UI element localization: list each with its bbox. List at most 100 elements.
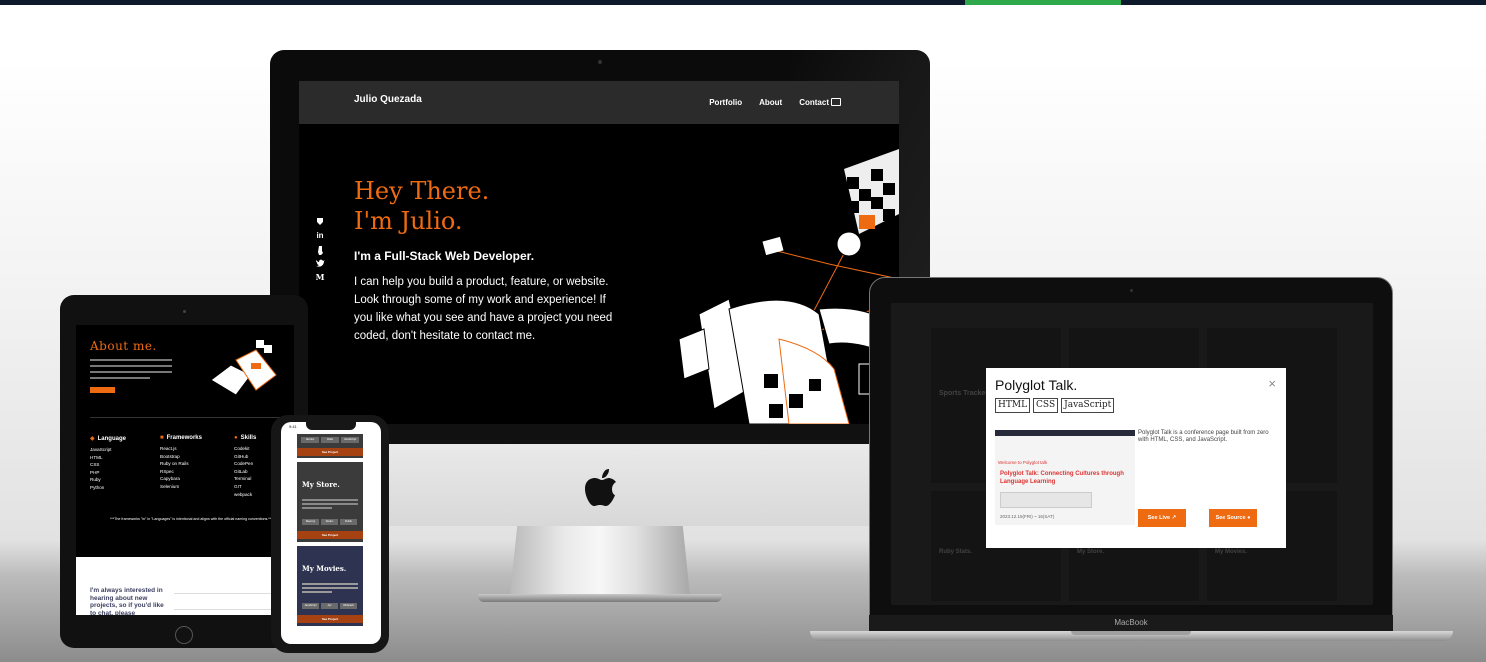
project-tag: JavaScript bbox=[302, 603, 319, 609]
hero-line-1: Hey There. bbox=[354, 177, 490, 205]
project-title: My Store. bbox=[302, 480, 340, 489]
imac-stand bbox=[510, 526, 690, 596]
about-text-line bbox=[90, 365, 172, 367]
skill-item: Ruby bbox=[90, 477, 101, 483]
skill-item: Selenium bbox=[160, 483, 180, 489]
imac-camera bbox=[598, 60, 602, 64]
about-illustration bbox=[210, 340, 277, 396]
skill-item: GitHub bbox=[234, 453, 249, 459]
see-project-button[interactable]: See Project bbox=[297, 615, 363, 623]
project-tag: Redux bbox=[321, 519, 338, 525]
skill-item: CodePen bbox=[234, 461, 254, 467]
skill-item: PHP bbox=[90, 469, 100, 475]
project-desc-lines bbox=[302, 581, 358, 595]
modal-description: Polyglot Talk is a conference page built… bbox=[1138, 430, 1269, 443]
linkedin-icon[interactable]: in bbox=[316, 230, 323, 242]
skills-skills: ● Skills Codekit GitHub CodePen GitLab Te… bbox=[234, 435, 257, 497]
see-live-label: See Live bbox=[1147, 515, 1171, 521]
skills-frameworks-title: Frameworks bbox=[166, 435, 202, 441]
angellist-icon[interactable] bbox=[316, 217, 324, 226]
hero-subtitle: I'm a Full-Stack Web Developer. bbox=[354, 249, 535, 263]
hero-title: Hey There. I'm Julio. bbox=[354, 176, 489, 236]
nav-contact[interactable]: Contact bbox=[799, 98, 829, 107]
contact-section: I'm always interested in hearing about n… bbox=[76, 557, 294, 615]
checker-flag bbox=[844, 149, 899, 234]
preview-welcome: Welcome to Polyglot talk bbox=[998, 460, 1048, 465]
skill-item: Codekit bbox=[234, 446, 250, 451]
top-bar-button[interactable] bbox=[965, 0, 1121, 5]
see-project-button[interactable]: See Project bbox=[297, 531, 363, 539]
nav-portfolio[interactable]: Portfolio bbox=[709, 98, 742, 107]
project-card-store: My Store. React js Redux Rubik See Proje… bbox=[297, 462, 363, 542]
medium-icon[interactable]: M bbox=[316, 271, 325, 283]
iphone-screen: 9:41 Heroku Rails JavaScript See Project… bbox=[281, 422, 381, 644]
skill-item: HTML bbox=[90, 454, 103, 460]
name-field[interactable] bbox=[174, 585, 274, 594]
project-desc-lines bbox=[302, 497, 358, 511]
preview-box bbox=[1000, 492, 1092, 508]
skill-item: CSS bbox=[90, 462, 100, 468]
tech-tag: CSS bbox=[1033, 398, 1059, 413]
get-my-resume-button[interactable] bbox=[90, 387, 115, 393]
site-navbar: Julio Quezada Portfolio About Contact bbox=[299, 81, 899, 124]
see-live-button[interactable]: See Live ↗ bbox=[1138, 509, 1186, 527]
skill-item: React.js bbox=[160, 446, 177, 451]
skill-item: Terminal bbox=[234, 476, 252, 482]
contact-text: I'm always interested in hearing about n… bbox=[90, 587, 164, 615]
iphone-notch bbox=[306, 422, 356, 430]
skill-item: Ruby on Rails bbox=[160, 461, 189, 467]
project-tag: Heroku bbox=[301, 437, 319, 443]
ipad-camera bbox=[183, 310, 186, 313]
macbook-camera bbox=[1130, 289, 1133, 292]
twitter-icon[interactable] bbox=[315, 259, 325, 267]
apple-logo-icon bbox=[585, 469, 616, 506]
hero-line-2: I'm Julio. bbox=[354, 207, 463, 235]
site-nav-links: Portfolio About Contact bbox=[709, 98, 829, 107]
hand-icon[interactable] bbox=[317, 246, 324, 255]
skills-language-title: Language bbox=[97, 436, 126, 442]
ipad-home-button[interactable] bbox=[175, 626, 193, 644]
project-card-movies: My Movies. JavaScript Api Webpack See Pr… bbox=[297, 546, 363, 626]
project-tag: Rails bbox=[321, 437, 339, 443]
hero-illustration bbox=[678, 149, 899, 424]
macbook-label: MacBook bbox=[1114, 618, 1148, 627]
about-text-line bbox=[90, 359, 172, 361]
skill-item: GitLab bbox=[234, 468, 248, 474]
see-project-button[interactable]: See Project bbox=[297, 448, 363, 456]
about-text-line bbox=[90, 371, 172, 373]
close-icon[interactable]: × bbox=[1268, 376, 1276, 391]
project-modal: Polyglot Talk. × HTML CSS JavaScript Wel… bbox=[986, 368, 1286, 548]
preview-date: 2023.12.15(FRI) ~ 16(SAT) bbox=[1000, 514, 1055, 519]
skill-item: Python bbox=[90, 484, 105, 490]
social-links: in M bbox=[315, 217, 325, 283]
skill-item: webpack bbox=[234, 491, 253, 497]
project-tag: Webpack bbox=[340, 603, 357, 609]
skill-item: Bootstrap bbox=[160, 453, 180, 459]
skill-item: Capybara bbox=[160, 476, 180, 482]
macbook-notch bbox=[1071, 631, 1191, 635]
skills-footnote: ***The frameworks "in" in "Languages" is… bbox=[110, 517, 273, 521]
external-link-icon: ↗ bbox=[1171, 515, 1177, 521]
skill-item: GIT bbox=[234, 483, 242, 489]
about-title: About me. bbox=[90, 339, 157, 353]
section-divider bbox=[90, 417, 280, 418]
imac-base bbox=[478, 594, 722, 602]
skills-language: ◆ Language JavaScript HTML CSS PHP Ruby P… bbox=[90, 436, 126, 490]
skills-frameworks: ■ Frameworks React.js Bootstrap Ruby on R… bbox=[160, 435, 202, 489]
ipad-screen: About me. ◆ Language JavaScript HTML CSS … bbox=[76, 325, 294, 615]
mail-icon[interactable] bbox=[831, 98, 841, 106]
site-brand[interactable]: Julio Quezada bbox=[354, 94, 422, 105]
project-card-top: Heroku Rails JavaScript See Project bbox=[297, 434, 363, 458]
project-tag: React js bbox=[302, 519, 319, 525]
preview-heading: Polyglot Talk: Connecting Cultures throu… bbox=[1000, 471, 1124, 485]
nav-about[interactable]: About bbox=[759, 98, 782, 107]
project-tag: Rubik bbox=[340, 519, 357, 525]
email-field[interactable] bbox=[174, 601, 274, 610]
top-bar bbox=[0, 0, 1486, 5]
see-source-button[interactable]: See Source ● bbox=[1209, 509, 1257, 527]
hero-intro: I can help you build a product, feature,… bbox=[354, 276, 613, 342]
paper-shapes bbox=[678, 298, 899, 424]
skill-item: RSpec bbox=[160, 468, 174, 474]
tech-tag: JavaScript bbox=[1061, 398, 1115, 413]
project-tag: Api bbox=[321, 603, 338, 609]
